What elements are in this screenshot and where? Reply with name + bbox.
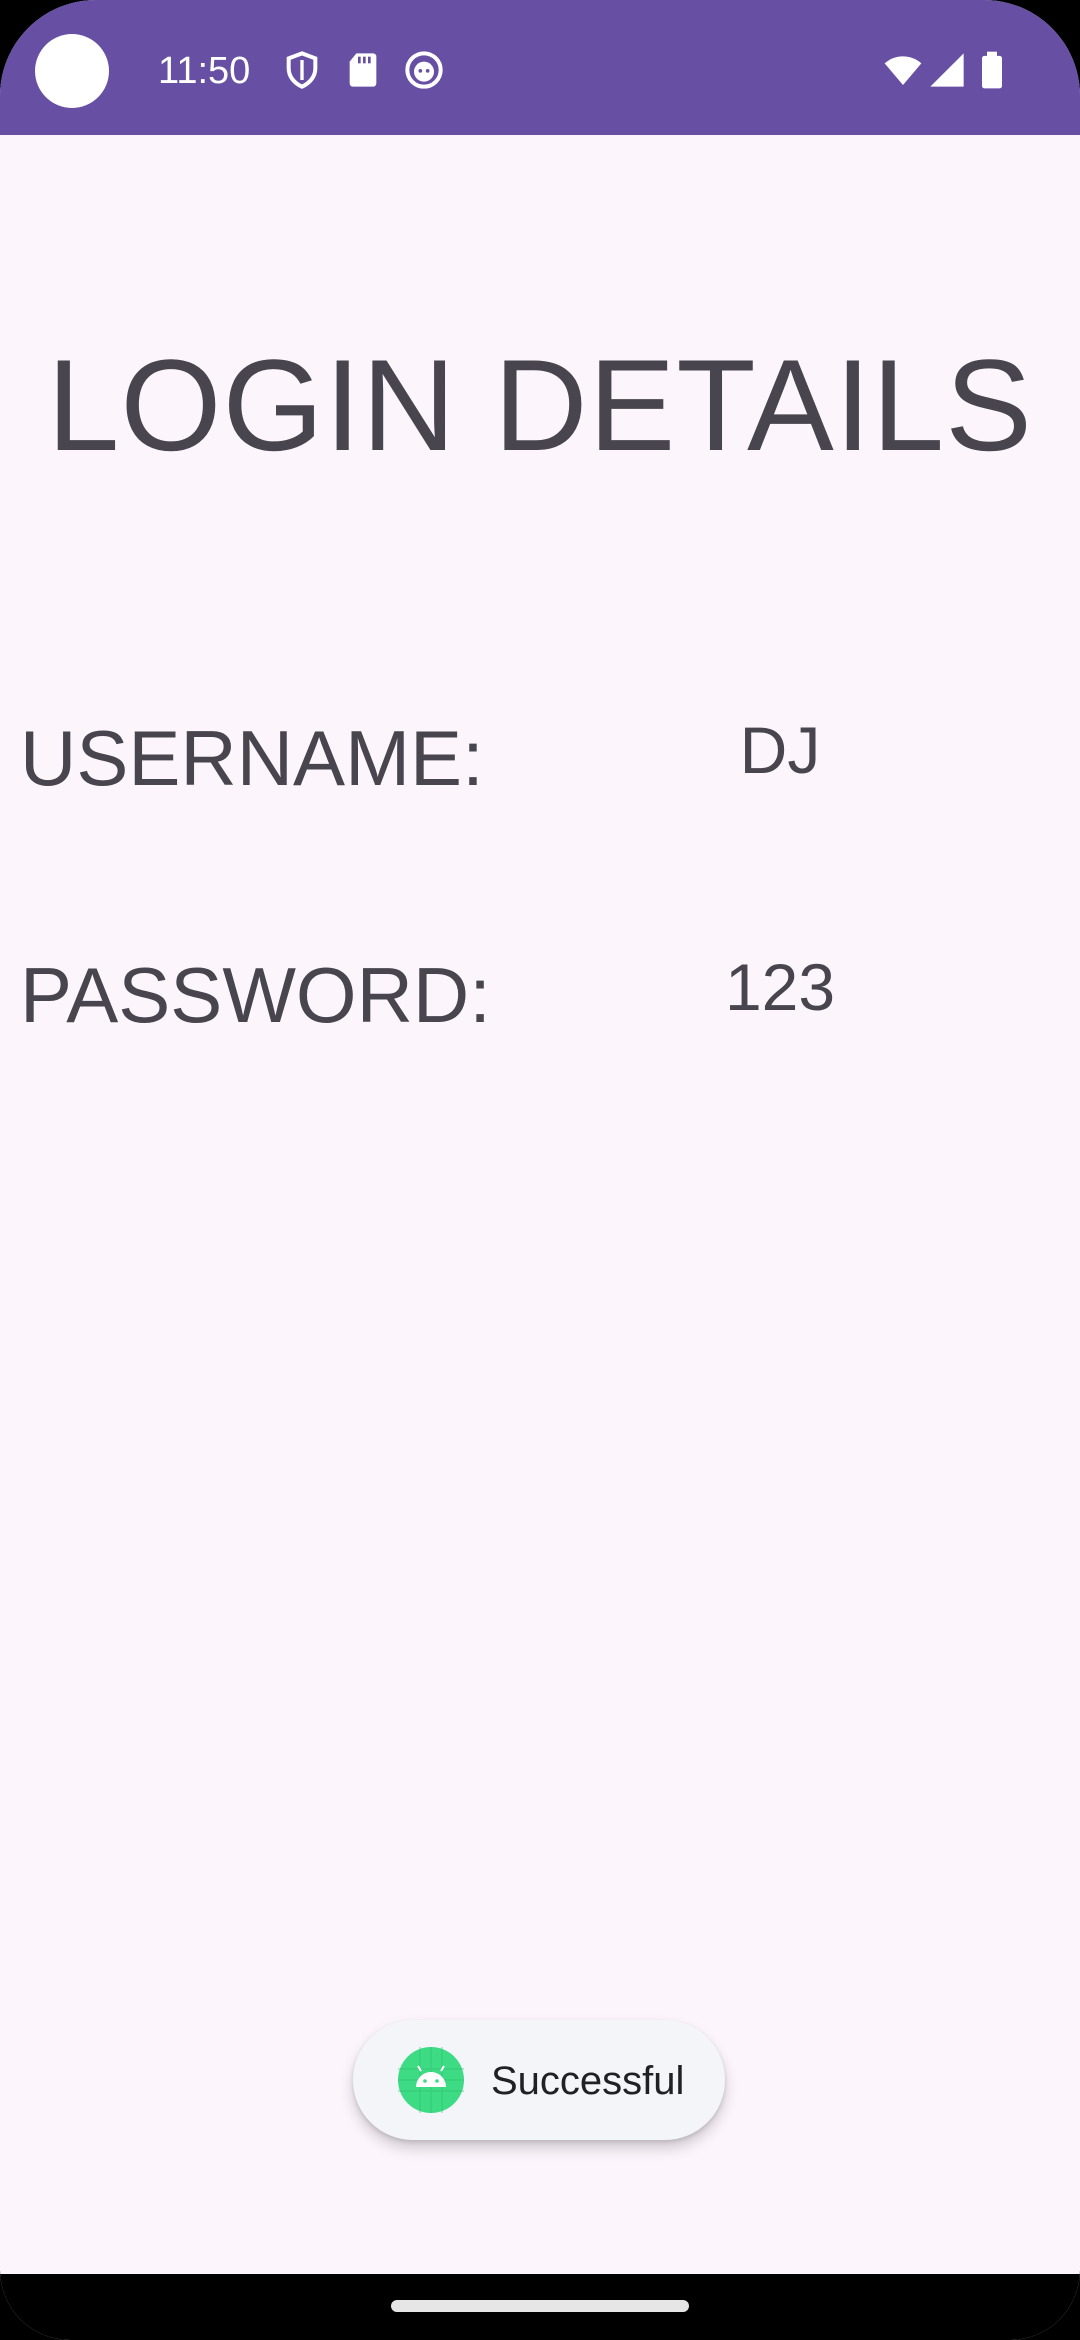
password-label: PASSWORD: [20, 951, 491, 1039]
face-icon [404, 50, 444, 90]
android-icon [398, 2047, 464, 2113]
status-bar: 11:50 [0, 0, 1080, 135]
shield-icon [282, 50, 322, 90]
status-time: 11:50 [158, 50, 251, 92]
wifi-icon [880, 50, 926, 90]
app-screen: 11:50 LOGIN DETAILS USERNAME: DJ PASSWOR… [0, 0, 1080, 2340]
username-value: DJ [739, 713, 821, 787]
username-label: USERNAME: [20, 714, 484, 802]
password-value: 123 [724, 950, 836, 1024]
toast-message: Successful [353, 2020, 725, 2140]
toast-text: Successful [491, 2059, 685, 2103]
home-gesture-handle[interactable] [391, 2300, 689, 2312]
page-title: LOGIN DETAILS [47, 332, 1033, 478]
camera-cutout [35, 34, 109, 108]
cell-signal-icon [927, 50, 967, 90]
battery-icon [976, 50, 1008, 90]
sd-card-icon [343, 50, 383, 90]
